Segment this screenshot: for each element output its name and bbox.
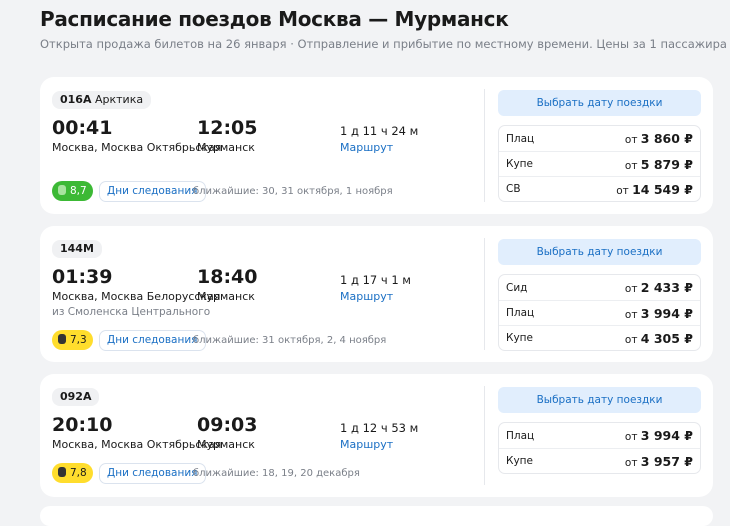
price-list: Плац от 3 860 ₽ Купе от 5 879 ₽ СВ от 14 54… — [498, 125, 701, 202]
price-row[interactable]: Купе от 3 957 ₽ — [499, 448, 700, 473]
schedule-days-button[interactable]: Дни следования — [99, 330, 206, 351]
departure-station: Москва, Москва Октябрьская — [52, 141, 222, 154]
class-label: Плац — [506, 429, 535, 442]
arrival-station: Мурманск — [197, 438, 255, 451]
from-label: от — [624, 159, 638, 172]
route-link[interactable]: Маршрут — [340, 290, 393, 303]
train-number-badge: 092А — [52, 388, 100, 406]
from-label: от — [624, 333, 638, 346]
class-label: Купе — [506, 332, 533, 344]
rating-value: 8,7 — [70, 185, 87, 197]
train-icon — [58, 185, 66, 195]
rating-badge: 7,3 — [52, 330, 93, 350]
from-label: от — [624, 431, 638, 443]
from-label: от — [624, 308, 638, 321]
nearest-dates: ближайшие: 30, 31 октября, 1 ноября — [193, 186, 393, 197]
route-link[interactable]: Маршрут — [340, 141, 393, 154]
price-list: Плац от 3 994 ₽ Купе от 3 957 ₽ — [498, 422, 701, 474]
price-value: 3 957 ₽ — [640, 453, 693, 469]
divider — [484, 386, 485, 485]
price-list: Сид от 2 433 ₽ Плац от 3 994 ₽ Купе от 4 30… — [498, 274, 701, 351]
pick-date-button[interactable]: Выбрать дату поездки — [498, 90, 701, 116]
train-number: 144М — [60, 242, 94, 255]
price-row[interactable]: Сид от 2 433 ₽ — [499, 275, 700, 300]
price-value: 3 994 ₽ — [640, 428, 693, 443]
route-link[interactable]: Маршрут — [340, 438, 393, 451]
duration: 1 д 11 ч 24 м — [340, 124, 419, 138]
train-name: Арктика — [94, 93, 144, 106]
train-card: 092А 20:10 09:03 Москва, Москва Октябрьс… — [40, 374, 713, 497]
train-icon — [58, 467, 66, 477]
train-card-partial — [40, 506, 713, 526]
price-value: 2 433 ₽ — [640, 280, 693, 295]
from-label: от — [616, 184, 629, 197]
arrival-time: 18:40 — [197, 266, 258, 288]
price-row[interactable]: Купе от 4 305 ₽ — [499, 325, 700, 350]
divider — [484, 89, 485, 202]
from-label: от — [624, 283, 638, 295]
departure-station: Москва, Москва Октябрьская — [52, 438, 222, 451]
from-label: от — [624, 134, 638, 146]
arrival-station: Мурманск — [197, 290, 255, 303]
page-title: Расписание поездов Москва — Мурманск — [40, 7, 509, 31]
arrival-time: 12:05 — [197, 117, 258, 139]
class-label: Плац — [506, 132, 535, 145]
pick-date-button[interactable]: Выбрать дату поездки — [498, 387, 701, 413]
rating-badge: 8,7 — [52, 181, 93, 201]
origin-note: из Смоленска Центрального — [52, 306, 211, 318]
duration: 1 д 17 ч 1 м — [340, 273, 411, 287]
page-subtitle: Открыта продажа билетов на 26 января · О… — [40, 37, 727, 51]
nearest-dates: ближайшие: 18, 19, 20 декабря — [193, 468, 360, 479]
nearest-dates: ближайшие: 31 октября, 2, 4 ноября — [193, 335, 387, 346]
schedule-days-button[interactable]: Дни следования — [99, 463, 206, 484]
price-value: 4 305 ₽ — [640, 330, 693, 346]
from-label: от — [624, 456, 638, 469]
departure-time: 01:39 — [52, 266, 113, 288]
train-icon — [58, 334, 66, 344]
class-label: Сид — [506, 281, 528, 294]
price-value: 3 994 ₽ — [640, 305, 693, 321]
pick-date-button[interactable]: Выбрать дату поездки — [498, 239, 701, 265]
train-card: 016А Арктика 00:41 12:05 Москва, Москва … — [40, 77, 713, 214]
train-number-badge: 016А Арктика — [52, 91, 152, 109]
rating-badge: 7,8 — [52, 463, 93, 483]
train-card: 144М 01:39 18:40 Москва, Москва Белорусс… — [40, 226, 713, 362]
schedule-days-button[interactable]: Дни следования — [99, 181, 206, 202]
train-number: 092А — [60, 390, 92, 403]
arrival-station: Мурманск — [197, 141, 255, 154]
class-label: Плац — [506, 307, 535, 319]
price-value: 3 860 ₽ — [640, 131, 693, 146]
departure-time: 20:10 — [52, 414, 113, 436]
price-row[interactable]: Плац от 3 994 ₽ — [499, 423, 700, 448]
price-value: 5 879 ₽ — [640, 156, 693, 172]
train-number-badge: 144М — [52, 240, 102, 258]
price-row[interactable]: Плац от 3 994 ₽ — [499, 300, 700, 325]
rating-value: 7,3 — [70, 334, 87, 346]
class-label: Купе — [506, 455, 533, 467]
departure-time: 00:41 — [52, 117, 113, 139]
price-value: 14 549 ₽ — [632, 181, 693, 197]
price-row[interactable]: СВ от 14 549 ₽ — [499, 176, 700, 201]
arrival-time: 09:03 — [197, 414, 258, 436]
duration: 1 д 12 ч 53 м — [340, 421, 419, 435]
train-number: 016А — [60, 93, 92, 106]
departure-station: Москва, Москва Белорусская — [52, 290, 221, 303]
rating-value: 7,8 — [70, 467, 87, 479]
class-label: СВ — [506, 183, 521, 195]
price-row[interactable]: Купе от 5 879 ₽ — [499, 151, 700, 176]
price-row[interactable]: Плац от 3 860 ₽ — [499, 126, 700, 151]
divider — [484, 238, 485, 350]
class-label: Купе — [506, 158, 533, 170]
